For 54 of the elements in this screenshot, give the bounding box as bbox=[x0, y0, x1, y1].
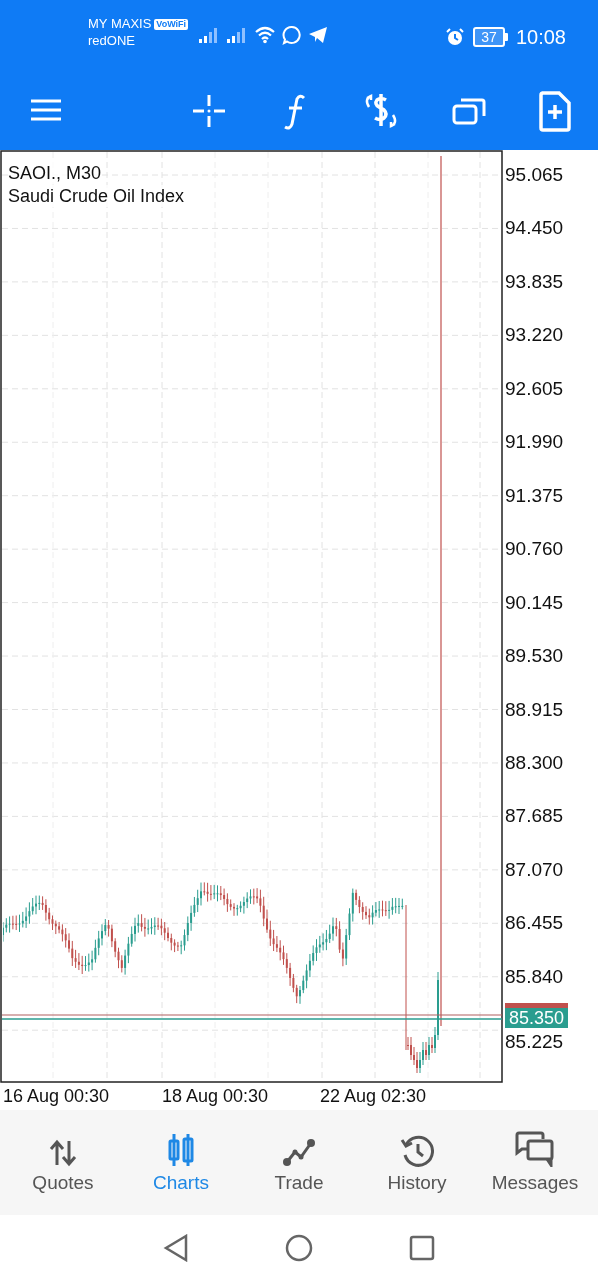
nav-tab[interactable]: Messages bbox=[479, 1130, 591, 1195]
vowifi-badge: VoWiFi bbox=[154, 18, 189, 30]
price-axis-label: 91.990 bbox=[505, 431, 564, 454]
back-icon[interactable] bbox=[163, 1233, 189, 1262]
price-axis-label: 85.840 bbox=[505, 965, 564, 988]
price-axis-label: 91.375 bbox=[505, 484, 564, 507]
carrier-name: redONE bbox=[88, 32, 136, 50]
signal-icon bbox=[198, 26, 220, 44]
home-icon[interactable] bbox=[285, 1233, 313, 1262]
paper-plane-icon bbox=[308, 26, 328, 44]
price-axis-label: 87.070 bbox=[505, 858, 564, 881]
up-down-arrows-icon bbox=[48, 1138, 78, 1167]
alarm-clock-icon bbox=[444, 27, 465, 47]
battery-level: 37 bbox=[481, 30, 497, 44]
time-axis-label: 18 Aug 00:30 bbox=[162, 1085, 269, 1107]
time-axis-label: 22 Aug 02:30 bbox=[320, 1085, 427, 1107]
signal-icon bbox=[226, 26, 248, 44]
price-axis-label: 93.835 bbox=[505, 270, 564, 293]
price-axis-label: 89.530 bbox=[505, 645, 564, 668]
menu-icon bbox=[30, 98, 62, 122]
windows-icon bbox=[452, 96, 486, 126]
crosshair-button[interactable] bbox=[190, 92, 228, 130]
price-axis-label: 93.220 bbox=[505, 324, 564, 347]
new-order-button[interactable] bbox=[536, 88, 574, 134]
price-axis-label: 95.065 bbox=[505, 164, 564, 186]
recents-icon[interactable] bbox=[409, 1234, 435, 1261]
price-axis-label: 87.685 bbox=[505, 805, 564, 828]
wifi-icon bbox=[254, 26, 276, 44]
chat-bubble-icon bbox=[282, 25, 302, 45]
nav-tab[interactable]: Charts bbox=[125, 1130, 237, 1195]
price-axis-label: 88.300 bbox=[505, 751, 564, 774]
function-icon bbox=[283, 94, 307, 130]
price-axis-label: 86.455 bbox=[505, 912, 564, 935]
clock-time: 10:08 bbox=[515, 25, 566, 50]
history-icon bbox=[400, 1134, 434, 1167]
chat-bubbles-icon bbox=[515, 1130, 555, 1167]
carrier-name: MY MAXIS bbox=[88, 16, 152, 32]
chart-symbol: SAOI., M30 bbox=[8, 162, 102, 184]
nav-tab[interactable]: Quotes bbox=[7, 1130, 119, 1195]
candlestick-icon bbox=[166, 1132, 196, 1167]
nav-tab[interactable]: Trade bbox=[243, 1130, 355, 1195]
line-chart-icon bbox=[282, 1136, 316, 1167]
crosshair-icon bbox=[192, 94, 226, 128]
price-axis-label: 94.450 bbox=[505, 217, 564, 240]
price-axis-label: 90.760 bbox=[505, 538, 564, 561]
price-axis-label: 85.225 bbox=[505, 1031, 564, 1054]
price-axis-label: 92.605 bbox=[505, 377, 564, 400]
current-price-tag: 85.350 bbox=[505, 1003, 569, 1028]
price-axis-label: 90.145 bbox=[505, 591, 564, 614]
time-axis-label: 16 Aug 00:30 bbox=[3, 1085, 110, 1107]
nav-tab[interactable]: History bbox=[361, 1130, 473, 1195]
chart-title: Saudi Crude Oil Index bbox=[8, 185, 185, 207]
add-document-icon bbox=[538, 90, 572, 132]
price-axis-label: 88.915 bbox=[505, 698, 564, 721]
